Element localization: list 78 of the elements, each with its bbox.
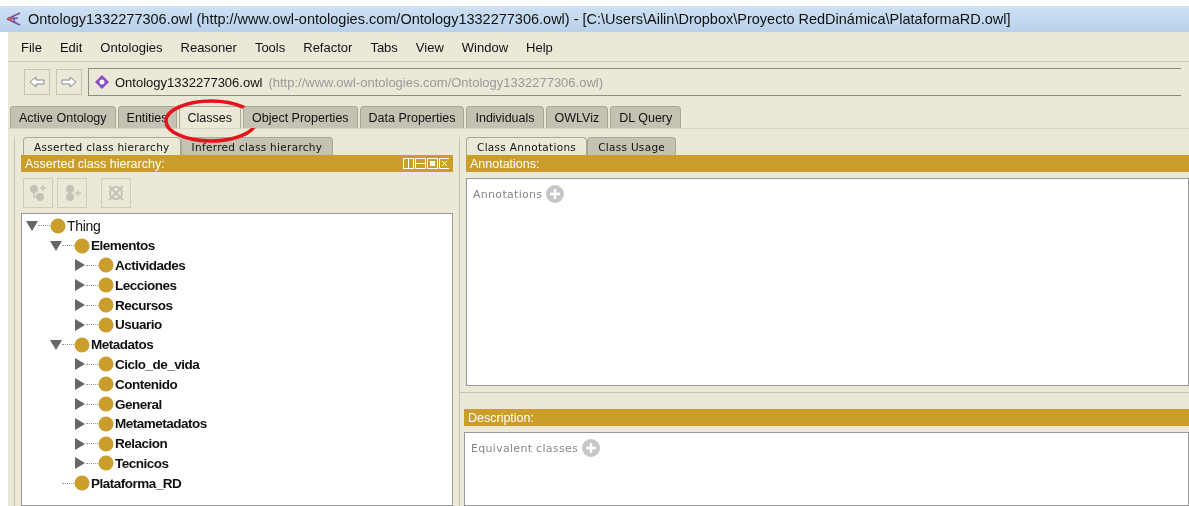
menu-item[interactable]: Tools — [245, 40, 295, 55]
class-circle-icon — [50, 217, 66, 234]
menu-item[interactable]: Window — [452, 40, 518, 55]
tab[interactable]: Object Properties — [243, 106, 358, 128]
menu-item[interactable]: View — [406, 40, 453, 55]
annotations-label: Annotations — [473, 187, 543, 201]
collapsed-triangle-icon[interactable] — [74, 318, 86, 331]
class-label[interactable]: Thing — [67, 217, 101, 234]
tab[interactable]: OWLViz — [545, 106, 609, 128]
menu-item[interactable]: Help — [517, 40, 562, 55]
class-label[interactable]: Usuario — [115, 317, 162, 333]
class-label[interactable]: Tecnicos — [115, 455, 169, 471]
forward-arrow-icon — [61, 76, 77, 88]
class-label[interactable]: Actividades — [115, 258, 186, 273]
class-circle-icon — [98, 316, 114, 333]
app-logo-icon — [6, 11, 22, 27]
expanded-triangle-icon[interactable] — [26, 219, 38, 232]
class-label[interactable]: Relacion — [115, 436, 168, 452]
ontology-url: (http://www.owl-ontologies.com/Ontology1332277306.owl) — [268, 74, 604, 90]
class-label[interactable]: Metadatos — [91, 337, 154, 353]
menu-item[interactable]: Refactor — [294, 40, 362, 55]
menu-item[interactable]: Reasoner — [171, 40, 246, 55]
class-label[interactable]: Recursos — [115, 297, 173, 313]
expanded-triangle-icon[interactable] — [50, 338, 62, 351]
panel-title: Asserted class hierarchy: — [25, 156, 165, 171]
panel-title: Description: — [468, 410, 534, 425]
tab[interactable]: DL Query — [610, 106, 682, 128]
tab[interactable]: Individuals — [466, 106, 544, 128]
class-label[interactable]: General — [115, 396, 162, 412]
ontology-address-field[interactable]: Ontology1332277306.owl (http://www.owl-ontologies.com/Ontology1332277306.owl) — [88, 68, 1181, 96]
class-label[interactable]: Plataforma_RD — [91, 475, 182, 491]
class-circle-icon — [74, 237, 90, 254]
class-circle-icon — [98, 277, 114, 294]
class-label[interactable]: Elementos — [91, 238, 155, 254]
tab[interactable]: Active Ontology — [10, 106, 116, 128]
tab[interactable]: Data Properties — [359, 106, 465, 128]
add-subclass-icon — [28, 183, 48, 203]
diamond-icon — [95, 75, 109, 89]
collapsed-triangle-icon[interactable] — [74, 437, 86, 450]
hierarchy-tab[interactable]: Asserted class hierarchy — [23, 137, 181, 155]
collapsed-triangle-icon[interactable] — [74, 398, 86, 411]
tab[interactable]: Classes — [178, 106, 241, 128]
equivalent-classes-label: Equivalent classes — [471, 441, 579, 455]
menu-item[interactable]: Ontologies — [91, 40, 172, 55]
class-label[interactable]: Metametadatos — [115, 416, 207, 432]
collapsed-triangle-icon[interactable] — [74, 259, 86, 272]
window-title: Ontology1332277306.owl (http://www.owl-ontologies.com/Ontology1332277306.owl) - [C:\Users\Ailin\Dropbox\Proyecto RedDinámica\PlataformaRD.owl] — [28, 11, 1011, 27]
collapsed-triangle-icon[interactable] — [74, 457, 86, 470]
ontology-name: Ontology1332277306.owl — [115, 74, 263, 90]
class-circle-icon — [98, 356, 114, 373]
collapsed-triangle-icon[interactable] — [74, 378, 86, 391]
menu-item[interactable]: Tabs — [361, 40, 407, 55]
menu-item[interactable]: Edit — [50, 40, 92, 55]
class-circle-icon — [74, 475, 90, 492]
class-tab[interactable]: Class Annotations — [466, 137, 588, 155]
class-label[interactable]: Lecciones — [115, 277, 177, 293]
menu-item[interactable]: File — [12, 40, 51, 55]
hierarchy-tab[interactable]: Inferred class hierarchy — [180, 137, 334, 155]
back-arrow-icon — [29, 76, 45, 88]
class-tab[interactable]: Class Usage — [587, 137, 677, 155]
class-circle-icon — [98, 396, 114, 413]
collapsed-triangle-icon[interactable] — [74, 279, 86, 292]
collapsed-triangle-icon[interactable] — [74, 417, 86, 430]
class-circle-icon — [98, 257, 114, 274]
class-label[interactable]: Ciclo_de_vida — [115, 356, 200, 372]
class-circle-icon — [98, 297, 114, 314]
collapsed-triangle-icon[interactable] — [74, 299, 86, 312]
panel-title: Annotations: — [470, 156, 540, 171]
tab[interactable]: Entities — [117, 106, 177, 128]
class-circle-icon — [98, 415, 114, 432]
class-circle-icon — [98, 435, 114, 452]
delete-icon — [106, 183, 126, 203]
collapsed-triangle-icon[interactable] — [74, 358, 86, 371]
class-circle-icon — [74, 336, 90, 353]
class-circle-icon — [98, 376, 114, 393]
class-circle-icon — [98, 455, 114, 472]
class-label[interactable]: Contenido — [115, 376, 178, 392]
expanded-triangle-icon[interactable] — [50, 239, 62, 252]
